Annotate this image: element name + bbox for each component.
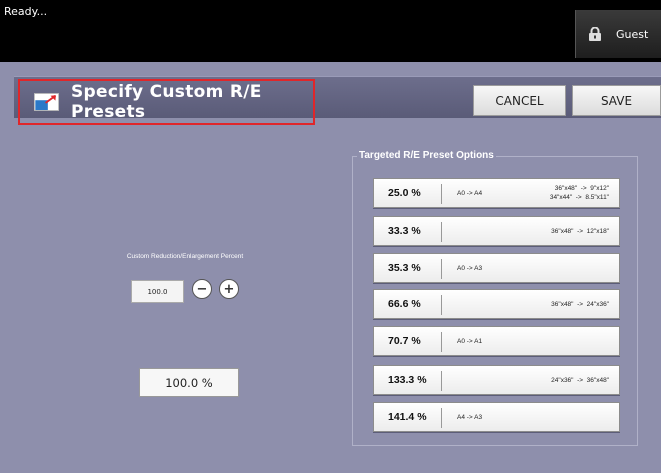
preset-percent: 25.0 % (388, 187, 421, 199)
cancel-button[interactable]: CANCEL (473, 85, 566, 116)
preset-button[interactable]: 66.6 % 36"x48" -> 24"x36" (373, 289, 620, 319)
preset-arch-line: 24"x36" -> 36"x48" (551, 376, 609, 384)
minus-icon: − (196, 281, 208, 297)
preset-divider (441, 408, 442, 428)
header-bar: Specify Custom R/E Presets CANCEL SAVE (14, 76, 661, 125)
preset-iso-size: A0 -> A3 (457, 264, 483, 272)
preset-percent: 35.3 % (388, 262, 421, 274)
preset-button[interactable]: 35.3 % A0 -> A3 (373, 253, 620, 283)
preset-divider (441, 222, 442, 242)
preset-iso-size: A4 -> A3 (457, 413, 483, 421)
custom-percent-label: Custom Reduction/Enlargement Percent (126, 253, 244, 260)
status-bar: Ready... Guest (0, 0, 661, 62)
guest-user-button[interactable]: Guest (575, 10, 661, 58)
resize-icon (34, 93, 59, 111)
plus-icon: + (223, 281, 235, 297)
preset-iso-size: A0 -> A4 (457, 189, 483, 197)
decrement-button[interactable]: − (192, 279, 212, 299)
increment-button[interactable]: + (219, 279, 239, 299)
preset-arch-line: 36"x48" -> 12"x18" (551, 227, 609, 235)
preset-divider (441, 259, 442, 279)
preset-divider (441, 184, 442, 204)
main-panel: Specify Custom R/E Presets CANCEL SAVE C… (0, 62, 661, 473)
preset-arch-size: 36"x48" -> 9"x12" 34"x44" -> 8.5"x11" (550, 179, 609, 207)
preset-arch-line: 34"x44" -> 8.5"x11" (549, 194, 609, 201)
result-percent-display[interactable]: 100.0 % (139, 368, 239, 397)
preset-arch-line: 36"x48" -> 9"x12" (554, 185, 609, 192)
percent-input[interactable]: 100.0 (131, 280, 184, 303)
preset-percent: 66.6 % (388, 298, 421, 310)
preset-group-label: Targeted R/E Preset Options (357, 150, 496, 161)
preset-arch-size: 36"x48" -> 24"x36" (551, 290, 609, 318)
preset-button[interactable]: 141.4 % A4 -> A3 (373, 402, 620, 432)
status-text: Ready... (4, 5, 48, 18)
preset-button[interactable]: 33.3 % 36"x48" -> 12"x18" (373, 216, 620, 246)
title-box: Specify Custom R/E Presets (18, 79, 315, 125)
save-button[interactable]: SAVE (572, 85, 661, 116)
preset-arch-size: 36"x48" -> 12"x18" (551, 217, 609, 245)
preset-percent: 133.3 % (388, 374, 427, 386)
preset-button[interactable]: 133.3 % 24"x36" -> 36"x48" (373, 365, 620, 395)
lock-icon (589, 27, 601, 41)
preset-percent: 33.3 % (388, 225, 421, 237)
guest-label: Guest (616, 27, 649, 41)
preset-divider (441, 332, 442, 352)
preset-arch-size: 24"x36" -> 36"x48" (551, 366, 609, 394)
preset-percent: 70.7 % (388, 335, 421, 347)
preset-button[interactable]: 25.0 % A0 -> A4 36"x48" -> 9"x12" 34"x44" -… (373, 178, 620, 208)
preset-divider (441, 295, 442, 315)
preset-iso-size: A0 -> A1 (457, 337, 483, 345)
preset-divider (441, 371, 442, 391)
preset-percent: 141.4 % (388, 411, 427, 423)
page-title: Specify Custom R/E Presets (70, 82, 262, 122)
preset-arch-line: 36"x48" -> 24"x36" (551, 300, 609, 308)
preset-button[interactable]: 70.7 % A0 -> A1 (373, 326, 620, 356)
